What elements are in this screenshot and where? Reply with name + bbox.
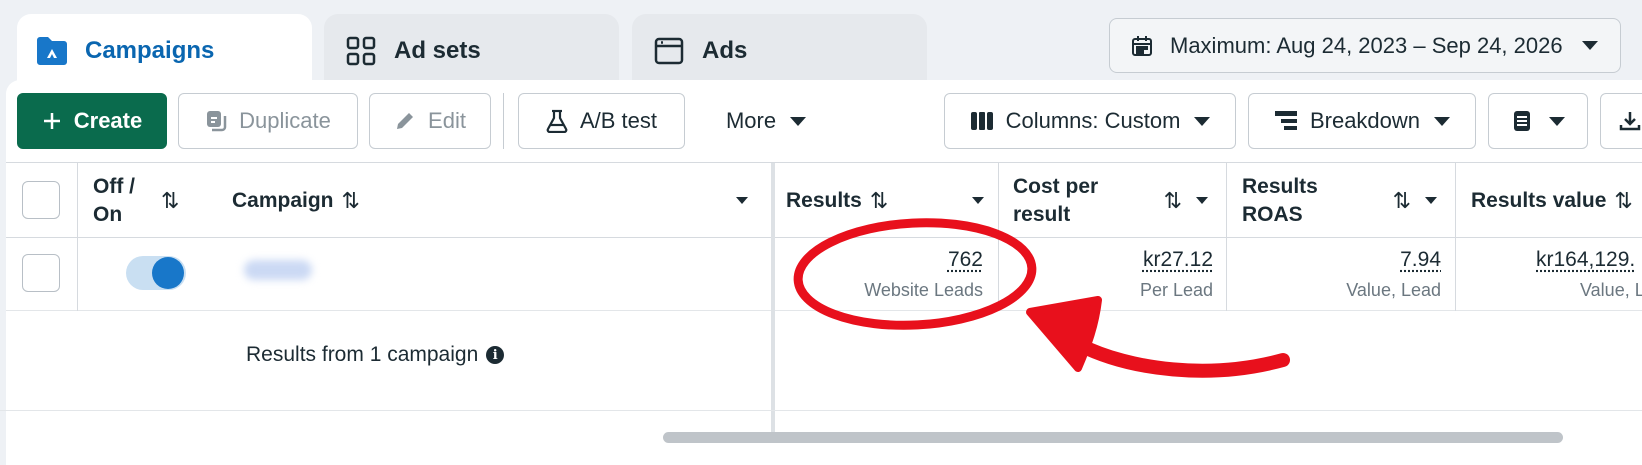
- create-label: Create: [73, 108, 143, 133]
- date-range-label: Maximum: Aug 24, 2023 – Sep 24, 2026: [1170, 32, 1563, 58]
- chevron-down-icon[interactable]: [1425, 197, 1437, 204]
- column-divider: [77, 163, 78, 238]
- column-divider: [998, 238, 999, 311]
- table-row[interactable]: 762 Website Leads kr27.12 Per Lead 7.94 …: [6, 238, 1642, 311]
- info-icon[interactable]: i: [486, 346, 505, 364]
- ab-test-label: A/B test: [579, 108, 658, 133]
- sort-icon[interactable]: ⇅: [870, 188, 888, 214]
- chevron-down-icon[interactable]: [1196, 197, 1208, 204]
- edit-button[interactable]: Edit: [369, 93, 491, 149]
- breakdown-button[interactable]: Breakdown: [1248, 93, 1476, 149]
- download-icon: [1619, 112, 1641, 131]
- header-campaign[interactable]: Campaign ⇅: [232, 163, 762, 238]
- flask-icon: [546, 109, 568, 133]
- ab-test-button[interactable]: A/B test: [518, 93, 685, 149]
- tab-ads[interactable]: Ads: [632, 14, 927, 84]
- main-panel: Create Duplicate Edit A/B test More Colu…: [6, 80, 1642, 465]
- columns-icon: [970, 112, 993, 130]
- export-button[interactable]: [1600, 93, 1642, 149]
- select-all-checkbox[interactable]: [22, 181, 60, 219]
- chevron-down-icon: [1582, 41, 1598, 50]
- chevron-down-icon[interactable]: [972, 197, 984, 204]
- results-summary: Results from 1 campaign i: [246, 343, 505, 367]
- column-divider: [1226, 238, 1227, 311]
- ad-window-icon: [652, 34, 686, 68]
- date-range-button[interactable]: Maximum: Aug 24, 2023 – Sep 24, 2026: [1109, 18, 1621, 73]
- chevron-down-icon: [1194, 116, 1211, 126]
- calendar-icon: [1132, 35, 1152, 56]
- pencil-icon: [397, 113, 414, 129]
- tab-label: Ad sets: [394, 37, 481, 64]
- create-button[interactable]: Create: [17, 93, 167, 149]
- toolbar: Create Duplicate Edit A/B test More Colu…: [6, 80, 1642, 162]
- breakdown-label: Breakdown: [1309, 108, 1421, 133]
- header-cost-per-result[interactable]: Cost per result ⇅: [1013, 163, 1220, 238]
- tab-campaigns[interactable]: Campaigns: [17, 14, 312, 84]
- column-divider: [1455, 238, 1456, 311]
- column-divider: [1455, 163, 1456, 238]
- table-bottom-border: [0, 410, 1642, 411]
- header-results-value[interactable]: Results value ⇅: [1471, 163, 1642, 238]
- duplicate-label: Duplicate: [239, 108, 331, 133]
- toggle-knob: [152, 257, 184, 289]
- sort-icon[interactable]: ⇅: [1614, 188, 1632, 214]
- header-value-label: Results value: [1471, 188, 1607, 212]
- reports-button[interactable]: [1488, 93, 1588, 149]
- table-header: Off / On ⇅ Campaign ⇅ Results ⇅ Cost per…: [6, 163, 1642, 238]
- header-off-on[interactable]: Off / On ⇅: [93, 163, 193, 238]
- sort-icon[interactable]: ⇅: [161, 187, 179, 215]
- reports-stack-icon: [1514, 111, 1530, 131]
- results-summary-label: Results from 1 campaign: [246, 343, 479, 366]
- plus-icon: [43, 113, 60, 129]
- tab-label: Ads: [702, 37, 748, 64]
- results-subtext: Website Leads: [864, 280, 983, 300]
- tab-label: Campaigns: [85, 37, 215, 64]
- sort-icon[interactable]: ⇅: [1164, 187, 1182, 215]
- chevron-down-icon: [790, 116, 807, 126]
- horizontal-scrollbar[interactable]: [663, 432, 1563, 443]
- column-divider: [998, 163, 999, 238]
- header-roas-label: Results ROAS: [1242, 174, 1318, 226]
- breakdown-icon: [1274, 111, 1297, 130]
- sort-icon[interactable]: ⇅: [1393, 187, 1411, 215]
- results-value-amount[interactable]: kr164,129.: [1536, 248, 1642, 272]
- grid-icon: [344, 34, 378, 68]
- chevron-down-icon[interactable]: [736, 197, 748, 204]
- header-results-roas[interactable]: Results ROAS ⇅: [1242, 163, 1449, 238]
- campaign-toggle[interactable]: [126, 256, 186, 290]
- row-checkbox[interactable]: [22, 254, 60, 292]
- chevron-down-icon: [1549, 116, 1565, 126]
- header-results[interactable]: Results ⇅: [786, 163, 998, 238]
- sort-icon[interactable]: ⇅: [342, 188, 360, 214]
- more-button[interactable]: More: [706, 93, 826, 149]
- columns-label: Columns: Custom: [1005, 108, 1181, 133]
- cost-per-result-value[interactable]: kr27.12: [1006, 248, 1213, 272]
- chevron-down-icon: [1434, 116, 1451, 126]
- campaign-folder-icon: [35, 34, 69, 68]
- campaign-name-blurred[interactable]: [244, 260, 312, 280]
- results-value-subtext: Value, L: [1580, 280, 1642, 300]
- campaigns-table: Off / On ⇅ Campaign ⇅ Results ⇅ Cost per…: [6, 162, 1642, 433]
- frozen-column-divider[interactable]: [771, 163, 775, 433]
- column-divider: [1226, 163, 1227, 238]
- header-off-on-label: Off / On: [93, 174, 135, 226]
- edit-label: Edit: [428, 108, 466, 133]
- duplicate-button[interactable]: Duplicate: [178, 93, 358, 149]
- more-label: More: [725, 108, 777, 133]
- roas-value[interactable]: 7.94: [1234, 248, 1441, 272]
- header-results-label: Results: [786, 188, 862, 212]
- column-divider: [77, 238, 78, 311]
- roas-subtext: Value, Lead: [1346, 280, 1441, 300]
- columns-button[interactable]: Columns: Custom: [944, 93, 1236, 149]
- header-cost-label: Cost per result: [1013, 174, 1099, 226]
- results-value[interactable]: 762: [786, 248, 983, 272]
- tab-ad-sets[interactable]: Ad sets: [324, 14, 619, 84]
- header-campaign-label: Campaign: [232, 188, 334, 212]
- toolbar-divider: [503, 93, 504, 149]
- cost-subtext: Per Lead: [1139, 280, 1213, 300]
- duplicate-icon: [207, 111, 227, 132]
